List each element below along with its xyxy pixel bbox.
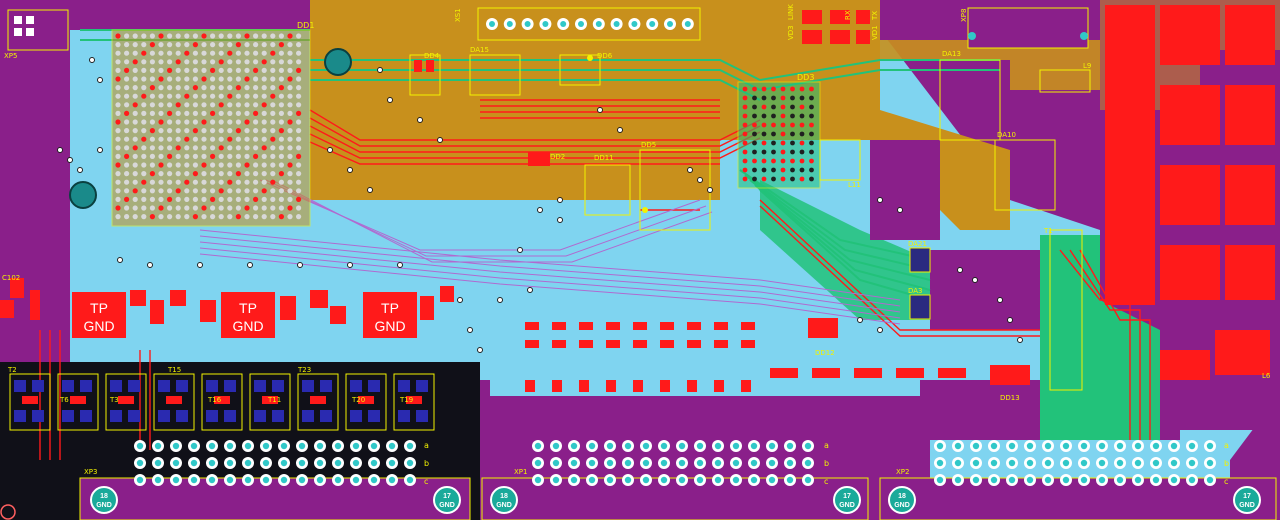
test-point-2[interactable]: TP GND bbox=[221, 292, 275, 338]
mount-pin-2-num: 17 bbox=[443, 493, 451, 500]
row-marker-a3: a bbox=[1224, 441, 1229, 450]
dd4-label: DD4 bbox=[424, 52, 440, 60]
dd6-label: DD6 bbox=[597, 52, 613, 60]
mount-pin-2-net: GND bbox=[439, 502, 455, 509]
mount-pin-5-net: GND bbox=[894, 502, 910, 509]
connector-xp8[interactable]: XP8 bbox=[960, 7, 1089, 49]
t2-label: T2 bbox=[7, 366, 17, 374]
mount-pin-1-net: GND bbox=[96, 502, 112, 509]
mount-pin-6[interactable]: 17 GND bbox=[1233, 486, 1261, 514]
mount-pin-6-net: GND bbox=[1239, 502, 1255, 509]
tp2-line2: GND bbox=[232, 318, 263, 334]
t3-label: T3 bbox=[109, 396, 119, 404]
row-marker-c3: c bbox=[1224, 477, 1228, 486]
l9-label: L9 bbox=[1083, 62, 1091, 70]
row-marker-c: c bbox=[424, 477, 428, 486]
mount-pin-1-num: 18 bbox=[100, 493, 108, 500]
dd11-label: DD11 bbox=[594, 154, 614, 162]
rx-led-label: RX bbox=[844, 10, 852, 20]
tp3-line2: GND bbox=[374, 318, 405, 334]
tp1-line1: TP bbox=[90, 300, 108, 316]
t16-label: T16 bbox=[207, 396, 222, 404]
mount-pin-5-num: 18 bbox=[898, 493, 906, 500]
dd13-label: DD13 bbox=[1000, 394, 1020, 402]
ic-da21[interactable]: DA21 bbox=[908, 240, 931, 273]
mount-pin-5[interactable]: 18 GND bbox=[888, 486, 916, 514]
dd12-label: DD12 bbox=[815, 349, 835, 357]
da3-label: DA3 bbox=[908, 287, 923, 295]
row-marker-a: a bbox=[424, 441, 429, 450]
t15-label: T15 bbox=[167, 366, 181, 374]
tp2-line1: TP bbox=[239, 300, 257, 316]
mount-pin-4-num: 17 bbox=[843, 493, 851, 500]
tp3-line1: TP bbox=[381, 300, 399, 316]
vd3-label: VD3 bbox=[787, 25, 795, 40]
link-led-label: LINK bbox=[787, 4, 795, 20]
mount-hole-top bbox=[324, 48, 352, 76]
dd2-label: DD2 bbox=[550, 153, 565, 161]
t19-label: T19 bbox=[399, 396, 413, 404]
inductor-l6[interactable]: L6 bbox=[1262, 372, 1271, 380]
da10-label: DA10 bbox=[997, 131, 1016, 139]
bga-dd3[interactable]: DD3 bbox=[737, 73, 821, 189]
da21-label: DA21 bbox=[908, 240, 927, 248]
mount-pin-4[interactable]: 17 GND bbox=[833, 486, 861, 514]
xp2-label: XP2 bbox=[896, 468, 909, 476]
dd1-label: DD1 bbox=[297, 21, 314, 30]
row-marker-b: b bbox=[424, 459, 429, 468]
test-point-1[interactable]: TP GND bbox=[72, 292, 126, 338]
dd3-label: DD3 bbox=[797, 73, 814, 82]
mount-pin-3-num: 18 bbox=[500, 493, 508, 500]
bga-dd1[interactable]: DD1 bbox=[111, 21, 314, 227]
mount-pin-6-num: 17 bbox=[1243, 493, 1251, 500]
t6-label: T6 bbox=[59, 396, 69, 404]
c102-label: C102 bbox=[2, 274, 20, 282]
pcb-canvas[interactable]: DD1 DD3 XS1 XP5 XP8 DD4 DA15 DD6 DD2 DD1… bbox=[0, 0, 1280, 520]
mount-hole-left bbox=[69, 181, 97, 209]
row-marker-b3: b bbox=[1224, 459, 1229, 468]
dd5-label: DD5 bbox=[641, 141, 656, 149]
l6-label: L6 bbox=[1262, 372, 1271, 380]
row-marker-b2: b bbox=[824, 459, 829, 468]
t23-label: T23 bbox=[297, 366, 311, 374]
l11-label: L11 bbox=[848, 181, 861, 189]
da13-label: DA13 bbox=[942, 50, 961, 58]
tx-led-label: TX bbox=[871, 11, 879, 21]
mount-pin-4-net: GND bbox=[839, 502, 855, 509]
t1-label: T1 bbox=[1043, 227, 1053, 235]
mount-pin-1[interactable]: 18 GND bbox=[90, 486, 118, 514]
da15-label: DA15 bbox=[470, 46, 489, 54]
row-marker-a2: a bbox=[824, 441, 829, 450]
t20-label: T20 bbox=[351, 396, 365, 404]
tp1-line2: GND bbox=[83, 318, 114, 334]
t11-label: T11 bbox=[267, 396, 281, 404]
xp1-label: XP1 bbox=[514, 468, 527, 476]
mount-pin-3[interactable]: 18 GND bbox=[490, 486, 518, 514]
row-marker-c2: c bbox=[824, 477, 828, 486]
xs1-label: XS1 bbox=[454, 8, 462, 22]
xp5-label: XP5 bbox=[4, 52, 17, 60]
test-point-3[interactable]: TP GND bbox=[363, 292, 417, 338]
pcb-layout-view[interactable]: DD1 DD3 XS1 XP5 XP8 DD4 DA15 DD6 DD2 DD1… bbox=[0, 0, 1280, 520]
xp8-label: XP8 bbox=[960, 9, 968, 22]
xp3-label: XP3 bbox=[84, 468, 97, 476]
vd1-label: VD1 bbox=[871, 25, 879, 40]
mount-pin-2[interactable]: 17 GND bbox=[433, 486, 461, 514]
mount-pin-3-net: GND bbox=[496, 502, 512, 509]
